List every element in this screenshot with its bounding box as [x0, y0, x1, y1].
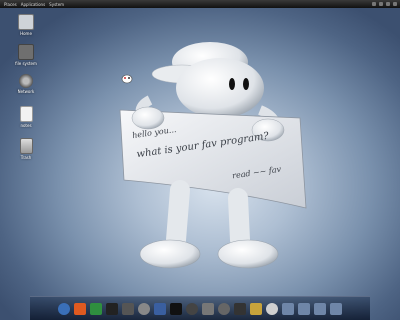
menu-system[interactable]: System [49, 2, 64, 7]
gear-icon[interactable] [122, 303, 134, 315]
desktop-icon-notes[interactable]: notes [14, 106, 38, 128]
network-icon [19, 74, 33, 88]
desktop-icon-label: Home [20, 31, 32, 36]
wallpaper-character [119, 42, 307, 269]
desktop-icon-label: notes [20, 123, 32, 128]
monitor-icon-3[interactable] [314, 303, 326, 315]
dock [30, 296, 370, 320]
network-icon[interactable] [372, 2, 376, 6]
star-icon[interactable] [250, 303, 262, 315]
menu-places[interactable]: Places [4, 2, 17, 7]
system-tray [372, 2, 400, 6]
disc-icon[interactable] [186, 303, 198, 315]
gear2-icon[interactable] [234, 303, 246, 315]
computer-icon [18, 14, 34, 30]
power-icon[interactable] [266, 303, 278, 315]
sync-icon[interactable] [218, 303, 230, 315]
monitor-icon[interactable] [282, 303, 294, 315]
feather-icon[interactable] [154, 303, 166, 315]
desktop-icon-label: Trash [20, 155, 32, 160]
monitor-icon-4[interactable] [330, 303, 342, 315]
desktop-icon-home[interactable]: Home [14, 14, 38, 36]
drive-icon [18, 44, 34, 60]
desktop: Places Applications System Home file sys… [0, 0, 400, 320]
monitor-icon-2[interactable] [298, 303, 310, 315]
clock-icon[interactable] [393, 2, 397, 6]
desktop-icon-trash[interactable]: Trash [14, 138, 38, 160]
trash-icon [19, 138, 33, 154]
photo-icon[interactable] [202, 303, 214, 315]
terminal-icon[interactable] [106, 303, 118, 315]
screen-icon[interactable] [170, 303, 182, 315]
fox-icon[interactable] [74, 303, 86, 315]
desktop-icon-filesystem[interactable]: file system [14, 44, 38, 66]
desktop-icon-label: Network [17, 89, 35, 94]
chat-icon[interactable] [90, 303, 102, 315]
desktop-icon-label: file system [15, 61, 37, 66]
globe-icon[interactable] [58, 303, 70, 315]
top-menu-bar: Places Applications System [0, 0, 400, 8]
menu-applications[interactable]: Applications [21, 2, 45, 7]
mail-icon[interactable] [386, 2, 390, 6]
document-icon [19, 106, 33, 122]
desktop-icon-network[interactable]: Network [14, 74, 38, 94]
volume-icon[interactable] [379, 2, 383, 6]
eye-icon[interactable] [138, 303, 150, 315]
